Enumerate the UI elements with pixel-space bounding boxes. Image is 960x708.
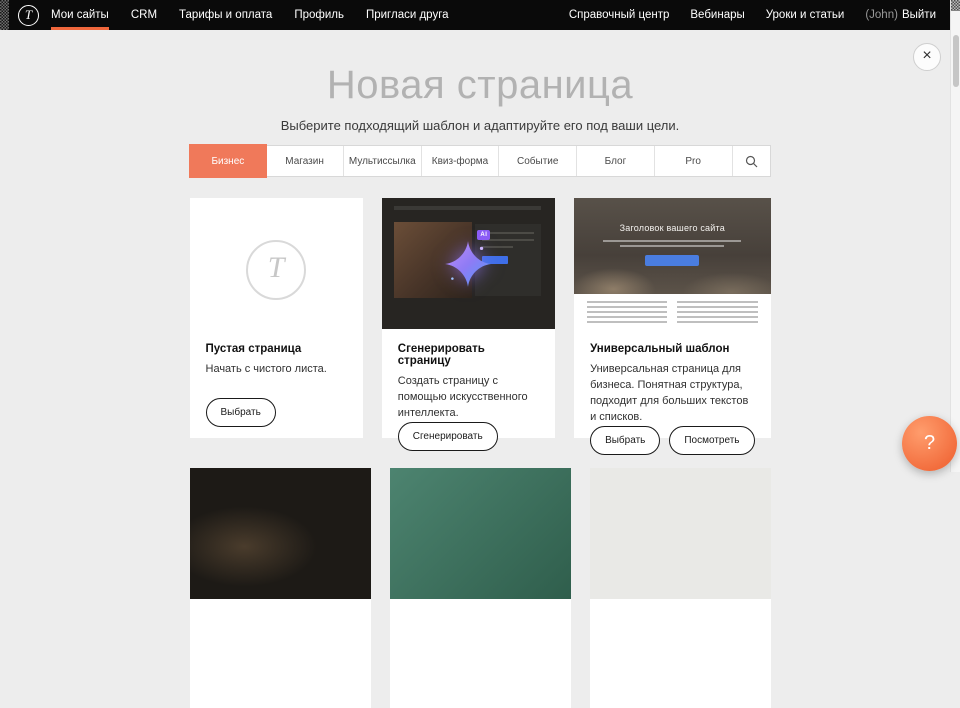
template-card-partial xyxy=(390,468,571,708)
card-title: Пустая страница xyxy=(206,343,347,355)
secondary-nav: Справочный центр Вебинары Уроки и статьи… xyxy=(548,0,960,30)
nav-logout[interactable]: (John) Выйти xyxy=(865,9,936,21)
template-card-universal: Заголовок вашего сайта Универсальный шаб… xyxy=(574,198,770,438)
preview-hero-section: Заголовок вашего сайта xyxy=(574,198,770,294)
tab-blog[interactable]: Блог xyxy=(577,146,655,176)
tilda-dashboard: T Мои сайты CRM Тарифы и оплата Профиль … xyxy=(0,0,960,30)
help-button[interactable]: ? xyxy=(902,416,957,471)
generate-button[interactable]: Сгенерировать xyxy=(398,422,498,451)
tab-multilink[interactable]: Мультиссылка xyxy=(344,146,422,176)
card-content: Универсальный шаблон Универсальная стран… xyxy=(574,329,770,466)
template-card-ai: AI Сгенерировать страницу Создать страни… xyxy=(382,198,555,438)
template-preview-image xyxy=(590,468,771,599)
username-label: (John) xyxy=(865,9,898,21)
preview-text-column xyxy=(677,301,757,323)
search-icon xyxy=(745,155,758,168)
preview-cta-button xyxy=(645,255,699,266)
template-preview-image xyxy=(190,468,371,599)
card-content: Сгенерировать страницу Создать страницу … xyxy=(382,329,555,462)
card-description: Начать с чистого листа. xyxy=(206,362,347,378)
tab-event[interactable]: Событие xyxy=(499,146,577,176)
card-title: Сгенерировать страницу xyxy=(398,343,539,367)
card-title: Универсальный шаблон xyxy=(590,343,754,355)
nav-lessons[interactable]: Уроки и статьи xyxy=(766,9,845,21)
preview-text-column xyxy=(587,301,667,323)
blank-template-preview: T xyxy=(190,198,363,329)
scrollbar[interactable] xyxy=(950,0,960,472)
preview-text-section xyxy=(574,294,770,329)
card-description: Создать страницу с помощью искусственног… xyxy=(398,374,539,422)
nav-crm[interactable]: CRM xyxy=(131,0,157,30)
template-card-partial xyxy=(190,468,371,708)
nav-tariffs[interactable]: Тарифы и оплата xyxy=(179,0,272,30)
card-actions: Выбрать xyxy=(206,398,347,427)
template-cards-grid: T Пустая страница Начать с чистого листа… xyxy=(190,198,771,438)
top-navigation-bar: T Мои сайты CRM Тарифы и оплата Профиль … xyxy=(0,0,960,30)
preview-universal-button[interactable]: Посмотреть xyxy=(669,426,754,455)
tab-quiz-form[interactable]: Квиз-форма xyxy=(422,146,500,176)
tab-business[interactable]: Бизнес xyxy=(190,145,267,177)
screen-edge-texture xyxy=(0,0,9,30)
tilda-logo[interactable]: T xyxy=(9,0,51,30)
nav-my-sites[interactable]: Мои сайты xyxy=(51,0,109,30)
nav-invite-friend[interactable]: Пригласи друга xyxy=(366,0,449,30)
tab-pro[interactable]: Pro xyxy=(655,146,733,176)
scrollbar-thumb[interactable] xyxy=(953,35,959,87)
preview-site-heading: Заголовок вашего сайта xyxy=(574,198,770,233)
tab-search[interactable] xyxy=(733,146,770,176)
template-card-blank: T Пустая страница Начать с чистого листа… xyxy=(190,198,363,438)
new-page-modal: × Новая страница Выберите подходящий шаб… xyxy=(0,30,960,472)
mock-navbar xyxy=(394,206,541,210)
page-subtitle: Выберите подходящий шаблон и адаптируйте… xyxy=(0,118,960,133)
tilda-watermark-icon: T xyxy=(246,240,306,300)
choose-blank-button[interactable]: Выбрать xyxy=(206,398,276,427)
card-content: Пустая страница Начать с чистого листа. … xyxy=(190,329,363,438)
preview-text-line xyxy=(620,245,724,247)
preview-text-line xyxy=(603,240,741,242)
page-title: Новая страница xyxy=(0,64,960,106)
ai-star-icon xyxy=(443,239,493,289)
universal-template-preview: Заголовок вашего сайта xyxy=(574,198,770,329)
template-preview-image xyxy=(390,468,571,599)
ai-badge: AI xyxy=(477,230,490,240)
tilda-logo-icon: T xyxy=(18,5,39,26)
choose-universal-button[interactable]: Выбрать xyxy=(590,426,660,455)
template-cards-grid-row2 xyxy=(190,468,771,708)
template-category-tabs: Бизнес Магазин Мультиссылка Квиз-форма С… xyxy=(190,145,771,177)
nav-help-center[interactable]: Справочный центр xyxy=(569,9,670,21)
card-description: Универсальная страница для бизнеса. Поня… xyxy=(590,362,754,426)
primary-nav: Мои сайты CRM Тарифы и оплата Профиль Пр… xyxy=(51,0,471,30)
tab-shop[interactable]: Магазин xyxy=(266,146,344,176)
card-actions: Сгенерировать xyxy=(398,422,539,451)
nav-profile[interactable]: Профиль xyxy=(294,0,344,30)
template-card-partial xyxy=(590,468,771,708)
card-actions: Выбрать Посмотреть xyxy=(590,426,754,455)
logout-label: Выйти xyxy=(902,9,936,21)
ai-template-preview: AI xyxy=(382,198,555,329)
nav-webinars[interactable]: Вебинары xyxy=(690,9,744,21)
close-button[interactable]: × xyxy=(913,43,941,71)
screen-edge-texture xyxy=(951,0,960,11)
